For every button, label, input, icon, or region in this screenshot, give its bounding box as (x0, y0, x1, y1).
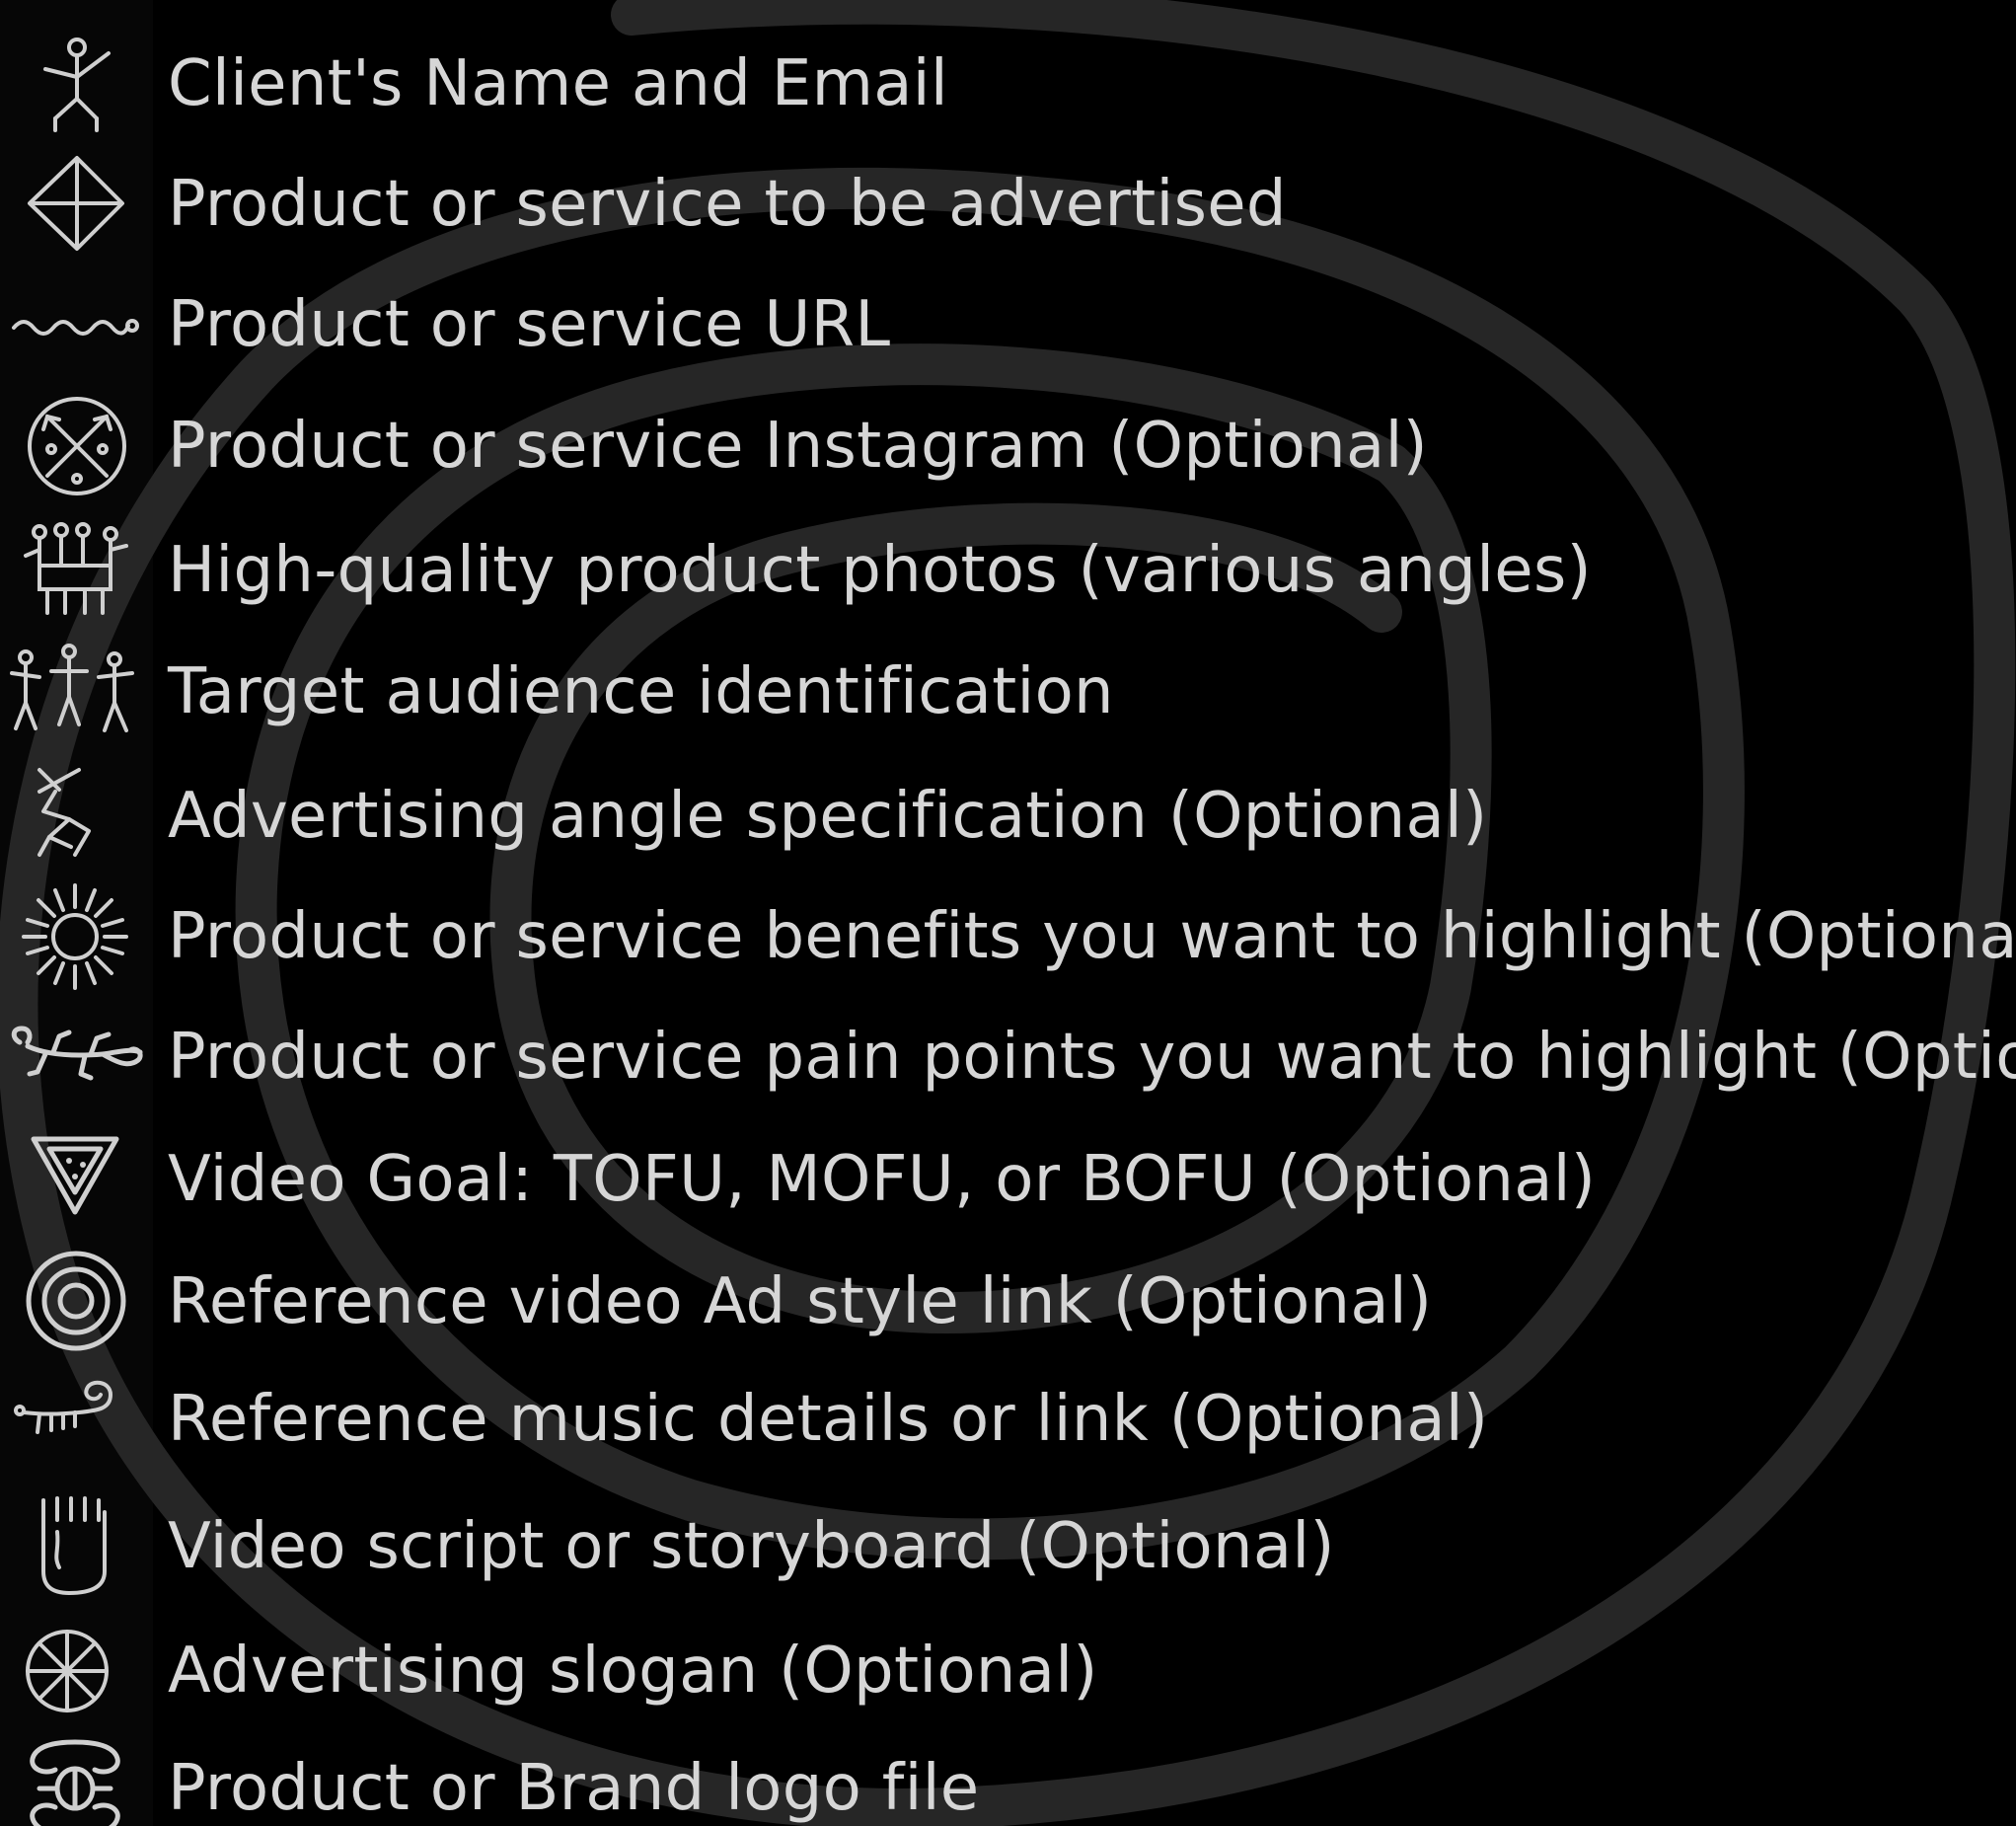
scorpion-icon (0, 1365, 153, 1474)
list-item-label: High-quality product photos (various ang… (168, 534, 1592, 607)
list-item-label: Product or service pain points you want … (168, 1021, 2016, 1094)
list-item: Video Goal: TOFU, MOFU, or BOFU (Optiona… (0, 1125, 2016, 1234)
list-item: Product or Brand logo file (0, 1734, 2016, 1826)
list-item: Product or service pain points you want … (0, 1003, 2016, 1111)
list-item: Product or service to be advertised (0, 150, 2016, 259)
triangle-icon (0, 1125, 153, 1234)
list-item: Client's Name and Email (0, 30, 2016, 138)
wave-line-icon (0, 270, 153, 379)
list-item: Product or service benefits you want to … (0, 882, 2016, 991)
list-item: Advertising slogan (Optional) (0, 1617, 2016, 1725)
stick-figure-icon (0, 30, 153, 138)
list-item-label: Advertising angle specification (Optiona… (168, 780, 1488, 853)
list-item: Reference music details or link (Optiona… (0, 1365, 2016, 1474)
dancing-figures-icon (0, 638, 153, 746)
sun-icon (0, 882, 153, 991)
zigzag-figure-icon (0, 762, 153, 871)
list-item: Advertising angle specification (Optiona… (0, 762, 2016, 871)
list-item-label: Video Goal: TOFU, MOFU, or BOFU (Optiona… (168, 1143, 1597, 1216)
list-item-label: Reference video Ad style link (Optional) (168, 1265, 1433, 1338)
list-item-label: Target audience identification (168, 655, 1114, 728)
list-item-label: Product or Brand logo file (168, 1752, 980, 1825)
lizard-icon (0, 1003, 153, 1111)
page: Client's Name and Email Product or servi… (0, 0, 2016, 1826)
crossed-arrows-circle-icon (0, 392, 153, 500)
list-item-label: Video script or storyboard (Optional) (168, 1510, 1335, 1583)
list-item-label: Reference music details or link (Optiona… (168, 1383, 1489, 1456)
requirements-list: Client's Name and Email Product or servi… (0, 0, 2016, 1826)
wheel-icon (0, 1617, 153, 1725)
list-item: Video script or storyboard (Optional) (0, 1492, 2016, 1601)
diamond-icon (0, 150, 153, 259)
symmetric-glyph-icon (0, 1734, 153, 1826)
concentric-circles-icon (0, 1248, 153, 1356)
list-item: Product or service URL (0, 270, 2016, 379)
group-figures-icon (0, 516, 153, 625)
list-item-label: Product or service to be advertised (168, 168, 1287, 241)
list-item-label: Product or service Instagram (Optional) (168, 410, 1428, 483)
list-item: Target audience identification (0, 638, 2016, 746)
list-item-label: Product or service URL (168, 288, 891, 361)
footprint-icon (0, 1492, 153, 1601)
list-item-label: Product or service benefits you want to … (168, 900, 2016, 973)
list-item: High-quality product photos (various ang… (0, 516, 2016, 625)
list-item-label: Advertising slogan (Optional) (168, 1635, 1098, 1708)
list-item-label: Client's Name and Email (168, 47, 948, 120)
list-item: Product or service Instagram (Optional) (0, 392, 2016, 500)
list-item: Reference video Ad style link (Optional) (0, 1248, 2016, 1356)
